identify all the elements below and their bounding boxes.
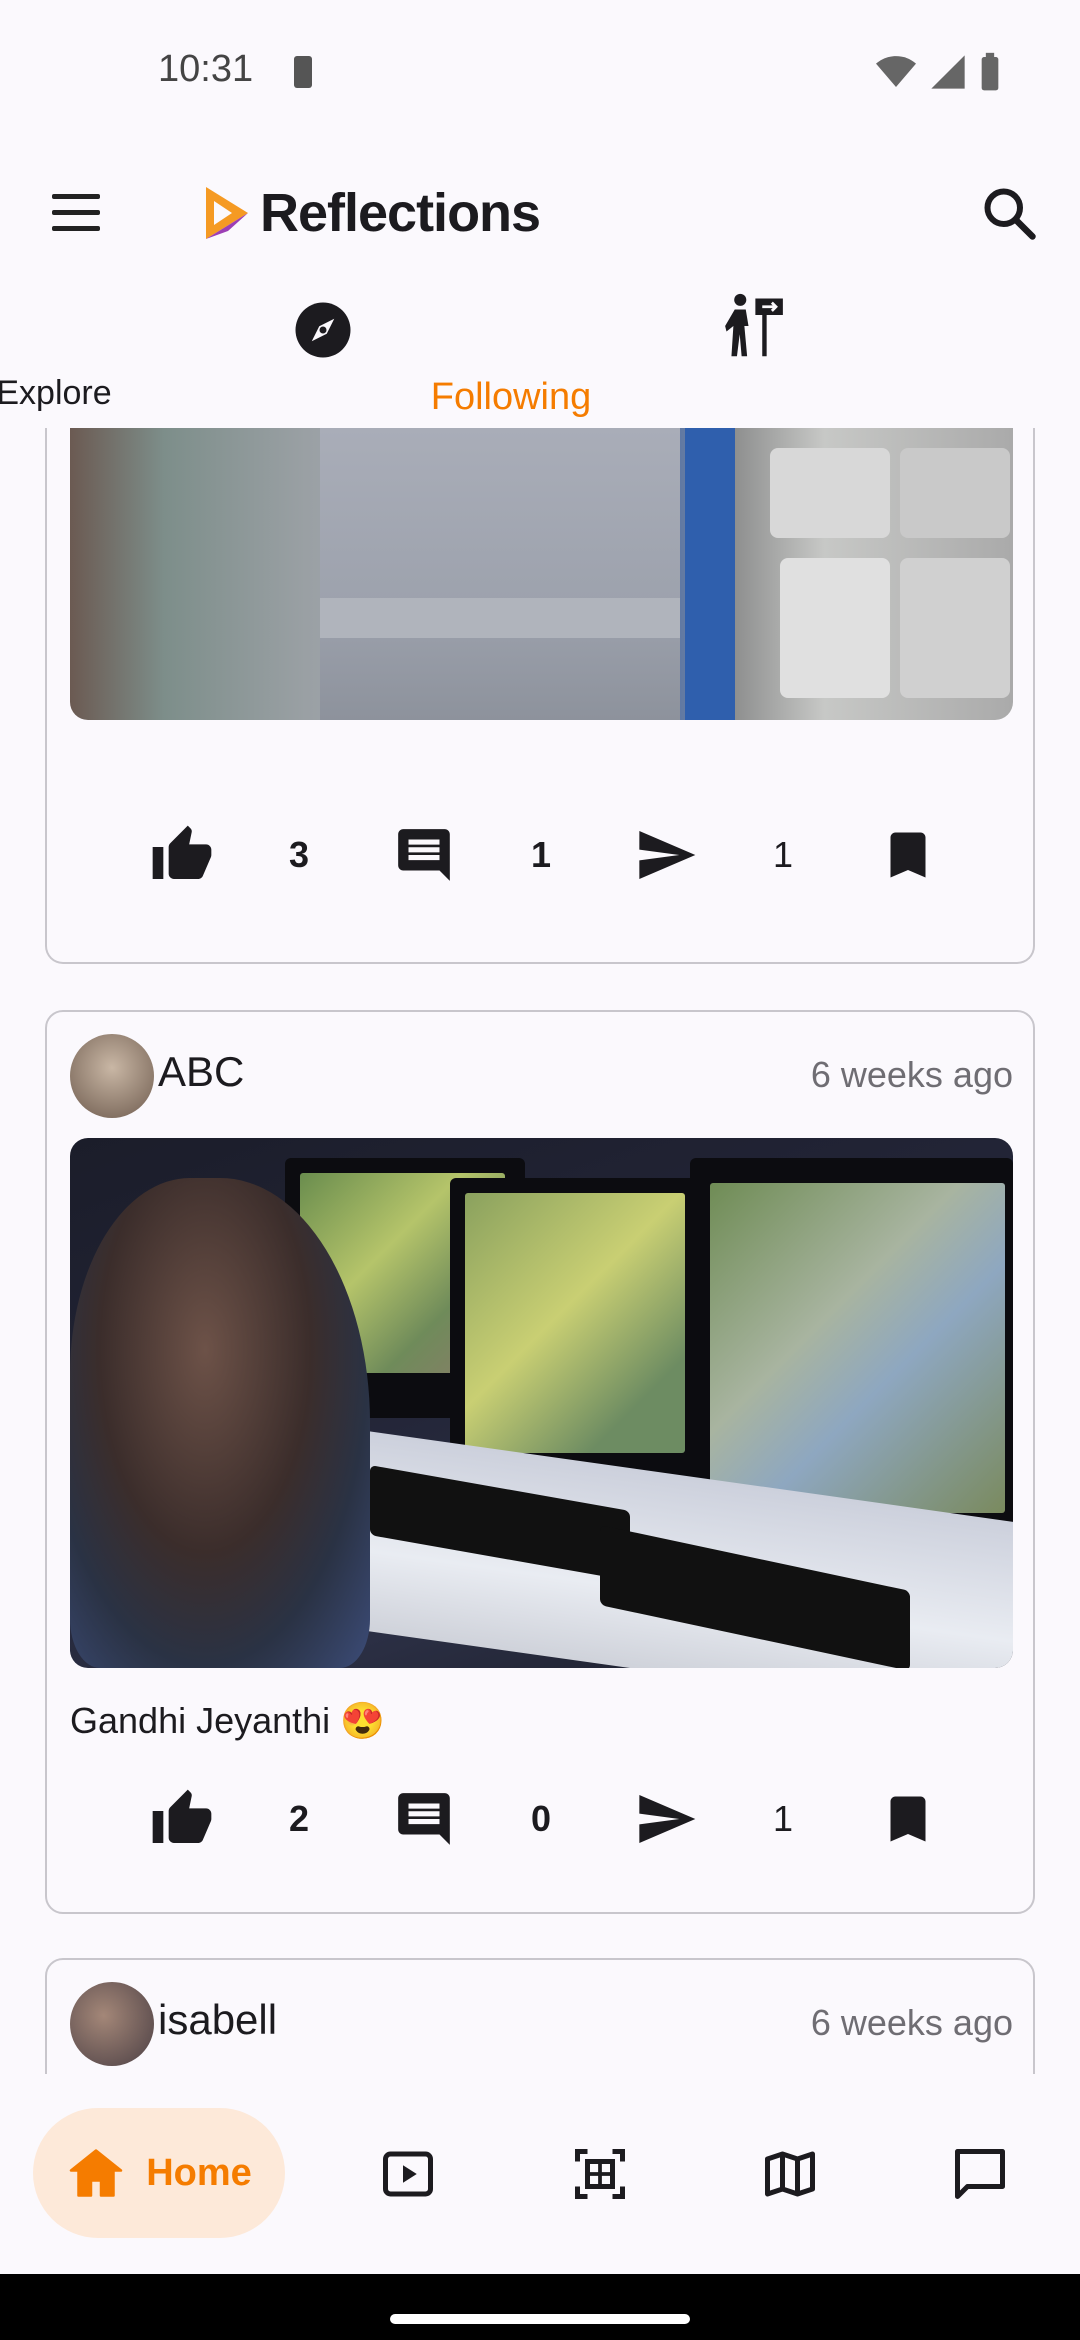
post-header: isabell 6 weeks ago	[70, 1982, 1013, 2066]
comment-count: 0	[530, 1798, 552, 1839]
like-button[interactable]	[147, 1784, 217, 1854]
menu-button[interactable]	[46, 190, 108, 240]
post-image[interactable]	[70, 428, 1013, 720]
comment-count: 1	[530, 834, 552, 875]
post-username[interactable]: ABC	[158, 1048, 244, 1096]
home-gesture-handle[interactable]	[390, 2314, 690, 2324]
avatar[interactable]	[70, 1034, 154, 1118]
comment-icon	[398, 1793, 450, 1845]
avatar[interactable]	[70, 1982, 154, 2066]
send-icon	[639, 831, 696, 879]
thumb-up-icon	[152, 825, 212, 879]
comment-icon	[398, 829, 450, 881]
like-button[interactable]	[147, 820, 217, 890]
like-count: 3	[288, 834, 310, 875]
post-caption: Gandhi Jeyanthi 😍	[70, 1700, 385, 1741]
bookmark-button[interactable]	[873, 820, 943, 890]
comment-button[interactable]	[389, 820, 459, 890]
app-title: Reflections	[260, 183, 541, 243]
search-button[interactable]	[980, 184, 1040, 244]
post-card: ABC 6 weeks ago Gandhi Jeyanthi 😍 2 0 1	[45, 1010, 1035, 1914]
nav-home[interactable]: Home	[33, 2108, 285, 2238]
post-time: 6 weeks ago	[810, 1054, 1013, 1095]
share-button[interactable]	[631, 1784, 701, 1854]
status-bar: 10:31	[0, 0, 1080, 140]
battery-icon	[981, 52, 999, 91]
send-icon	[639, 1795, 696, 1843]
bookmark-button[interactable]	[873, 1784, 943, 1854]
feed-tabs: Explore Following	[0, 280, 1080, 428]
post-header: ABC 6 weeks ago	[70, 1034, 1013, 1118]
play-logo-icon	[206, 187, 248, 239]
status-time: 10:31	[158, 48, 254, 90]
share-count: 1	[772, 1798, 794, 1839]
like-count: 2	[288, 1798, 310, 1839]
sim-card-icon	[294, 56, 312, 88]
app-logo: Reflections	[200, 182, 541, 244]
post-actions: 3 1 1	[47, 820, 1037, 890]
share-count: 1	[772, 834, 794, 875]
post-actions: 2 0 1	[47, 1784, 1037, 1854]
gesture-bar	[0, 2274, 1080, 2340]
nav-messages[interactable]	[950, 2144, 1010, 2204]
comment-button[interactable]	[389, 1784, 459, 1854]
app-bar: Reflections	[0, 160, 1080, 270]
search-icon	[984, 188, 1036, 240]
nav-scan[interactable]	[570, 2144, 630, 2204]
post-username[interactable]: isabell	[158, 1996, 277, 2044]
signal-icon	[931, 55, 965, 89]
home-icon	[69, 2149, 123, 2197]
nav-videos[interactable]	[378, 2144, 438, 2204]
play-video-icon	[383, 2151, 433, 2197]
nav-map[interactable]	[760, 2144, 820, 2204]
bottom-nav: Home	[0, 2074, 1080, 2274]
chat-icon	[955, 2149, 1005, 2199]
nav-home-label: Home	[146, 2151, 252, 2194]
wifi-icon	[876, 56, 916, 87]
post-image[interactable]	[70, 1138, 1013, 1668]
post-time: 6 weeks ago	[810, 2002, 1013, 2043]
post-card: 3 1 1	[45, 428, 1035, 964]
status-icons	[874, 52, 1002, 92]
post-card: isabell 6 weeks ago	[45, 1958, 1035, 2074]
tab-following-label: Following	[430, 376, 592, 418]
tab-following[interactable]: Following	[431, 280, 1027, 428]
map-icon	[765, 2151, 815, 2197]
bookmark-icon	[890, 1796, 926, 1842]
person-signpost-icon	[725, 293, 783, 357]
bookmark-icon	[890, 832, 926, 878]
scan-icon	[575, 2149, 625, 2199]
share-button[interactable]	[631, 820, 701, 890]
thumb-up-icon	[152, 1789, 212, 1843]
feed-list[interactable]: 3 1 1 ABC 6 weeks ago Gandhi Jeyanthi 😍 …	[0, 428, 1080, 2074]
compass-icon	[295, 302, 351, 358]
